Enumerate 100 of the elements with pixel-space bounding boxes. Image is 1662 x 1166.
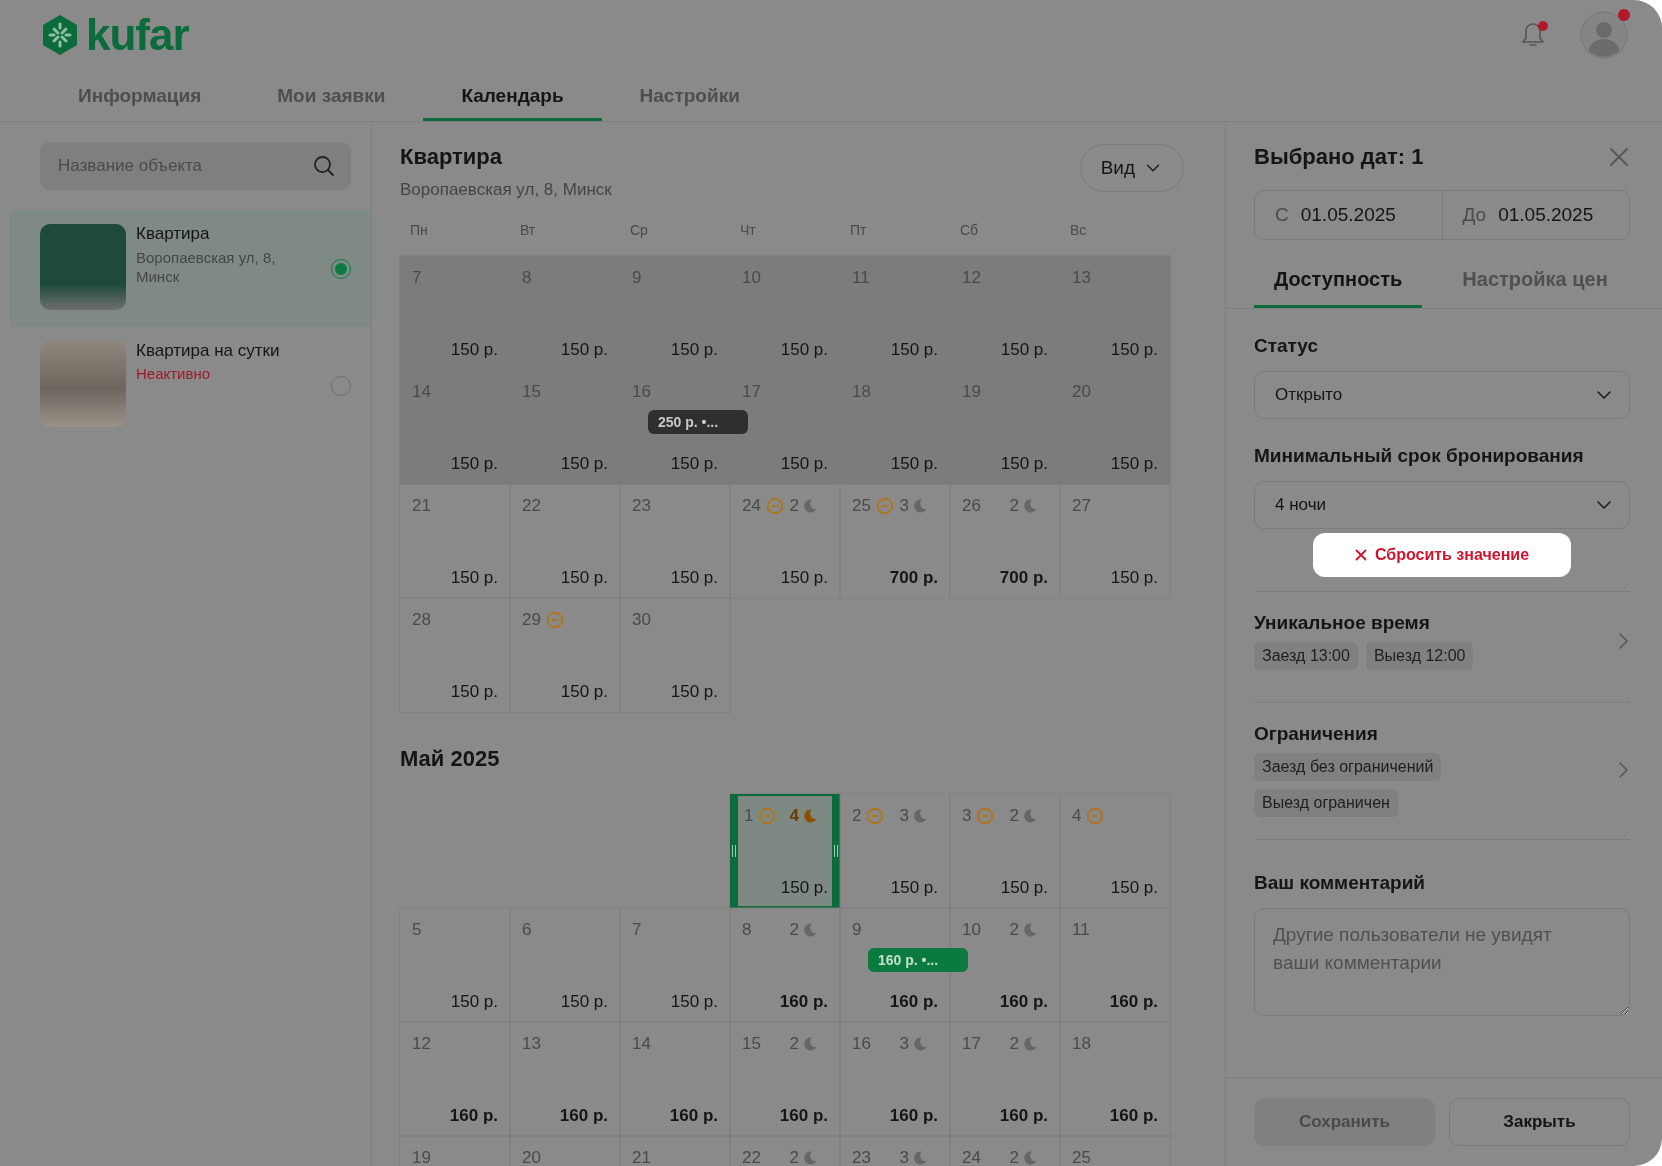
price: 700 р. xyxy=(889,568,938,588)
day-number: 15 xyxy=(742,1034,761,1054)
price: 160 р. xyxy=(889,992,938,1012)
price: 150 р. xyxy=(560,340,608,360)
section-title: Ограничения xyxy=(1254,723,1379,745)
nights-count: 4 xyxy=(789,806,799,826)
day-number: 27 xyxy=(1072,496,1091,516)
field-label: Минимальный срок бронирования xyxy=(1254,445,1585,467)
day-number: 23 xyxy=(632,496,651,516)
price: 150 р. xyxy=(670,568,718,588)
price: 160 р. xyxy=(779,1106,828,1126)
day-number: 10 xyxy=(962,920,981,940)
day-number: 17 xyxy=(962,1034,981,1054)
price: 150 р. xyxy=(670,682,718,702)
weekday-label: Ср xyxy=(629,222,649,240)
property-status: Неактивно xyxy=(136,365,212,382)
nights-count: 2 xyxy=(789,496,799,516)
day-number: 29 xyxy=(522,610,541,630)
price: 150 р. xyxy=(450,340,498,360)
nights-count: 2 xyxy=(789,920,799,940)
day-number: 28 xyxy=(412,610,431,630)
property-name: Квартира xyxy=(136,224,211,244)
day-number: 21 xyxy=(412,496,431,516)
price: 160 р. xyxy=(1109,1106,1158,1126)
day-number: 5 xyxy=(412,920,422,940)
weekday-label: Пн xyxy=(409,222,429,240)
weekday-label: Чт xyxy=(739,222,757,240)
day-number: 23 xyxy=(852,1148,871,1166)
price: 150 р. xyxy=(780,568,828,588)
day-number: 25 xyxy=(1072,1148,1091,1166)
weekday-label: Вт xyxy=(519,222,537,240)
info-chip: Выезд 12:00 xyxy=(1365,642,1474,670)
weekday-label: Пт xyxy=(849,222,868,240)
property-name: Квартира на сутки xyxy=(136,341,281,361)
day-number: 26 xyxy=(962,496,981,516)
price: 160 р. xyxy=(999,992,1048,1012)
info-chip: Выезд ограничен xyxy=(1254,789,1398,817)
day-number: 25 xyxy=(852,496,871,516)
nights-count: 2 xyxy=(1009,920,1019,940)
day-number: 21 xyxy=(632,1148,651,1166)
price: 150 р. xyxy=(890,878,938,898)
nights-count: 3 xyxy=(899,1034,909,1054)
day-number: 4 xyxy=(1072,806,1082,826)
day-number: 22 xyxy=(742,1148,761,1166)
logo-text: kufar xyxy=(86,9,189,60)
price: 160 р. xyxy=(999,1106,1048,1126)
nights-count: 3 xyxy=(899,1148,909,1166)
weekday-label: Сб xyxy=(959,222,980,240)
price: 150 р. xyxy=(450,568,498,588)
price: 150 р. xyxy=(1000,454,1048,474)
price: 150 р. xyxy=(890,340,938,360)
price: 150 р. xyxy=(780,878,828,898)
price: 150 р. xyxy=(670,454,718,474)
price: 150 р. xyxy=(670,992,718,1012)
day-number: 8 xyxy=(742,920,752,940)
day-number: 20 xyxy=(522,1148,541,1166)
price: 150 р. xyxy=(780,454,828,474)
price: 150 р. xyxy=(1110,878,1158,898)
price: 150 р. xyxy=(450,992,498,1012)
weekday-label: Вс xyxy=(1069,222,1088,240)
nights-count: 3 xyxy=(899,806,909,826)
panel-title: Выбрано дат: 1 xyxy=(1254,144,1424,170)
nights-count: 2 xyxy=(1009,496,1019,516)
field-label: Ваш комментарий xyxy=(1254,872,1426,894)
nights-count: 2 xyxy=(1009,1034,1019,1054)
property-address: Воропаевская ул, 8, Минск xyxy=(136,248,277,286)
info-chip: Заезд 13:00 xyxy=(1254,642,1358,670)
day-number: 3 xyxy=(962,806,972,826)
price: 150 р. xyxy=(560,454,608,474)
day-number: 9 xyxy=(852,920,862,940)
price: 160 р. xyxy=(669,1106,718,1126)
day-number: 16 xyxy=(852,1034,871,1054)
day-number: 22 xyxy=(522,496,541,516)
price: 150 р. xyxy=(670,340,718,360)
day-number: 24 xyxy=(962,1148,981,1166)
info-chip: Заезд без ограничений xyxy=(1254,753,1442,781)
day-number: 14 xyxy=(632,1034,651,1054)
price: 150 р. xyxy=(780,340,828,360)
price: 150 р. xyxy=(450,682,498,702)
nights-count: 3 xyxy=(899,496,909,516)
price: 150 р. xyxy=(1000,340,1048,360)
day-number: 19 xyxy=(412,1148,431,1166)
field-label: Статус xyxy=(1254,335,1320,357)
nights-count: 2 xyxy=(1009,1148,1019,1166)
day-number: 13 xyxy=(522,1034,541,1054)
nights-count: 2 xyxy=(789,1148,799,1166)
price: 150 р. xyxy=(560,992,608,1012)
price: 150 р. xyxy=(890,454,938,474)
nights-count: 2 xyxy=(1009,806,1019,826)
day-number: 6 xyxy=(522,920,532,940)
day-number: 2 xyxy=(852,806,862,826)
price: 160 р. xyxy=(889,1106,938,1126)
month-title: Май 2025 xyxy=(400,746,501,772)
calendar-title: Квартира xyxy=(400,144,504,170)
price: 160 р. xyxy=(779,992,828,1012)
day-number: 24 xyxy=(742,496,761,516)
day-number: 7 xyxy=(632,920,642,940)
day-number: 18 xyxy=(1072,1034,1091,1054)
price: 150 р. xyxy=(1110,340,1158,360)
price: 150 р. xyxy=(450,454,498,474)
